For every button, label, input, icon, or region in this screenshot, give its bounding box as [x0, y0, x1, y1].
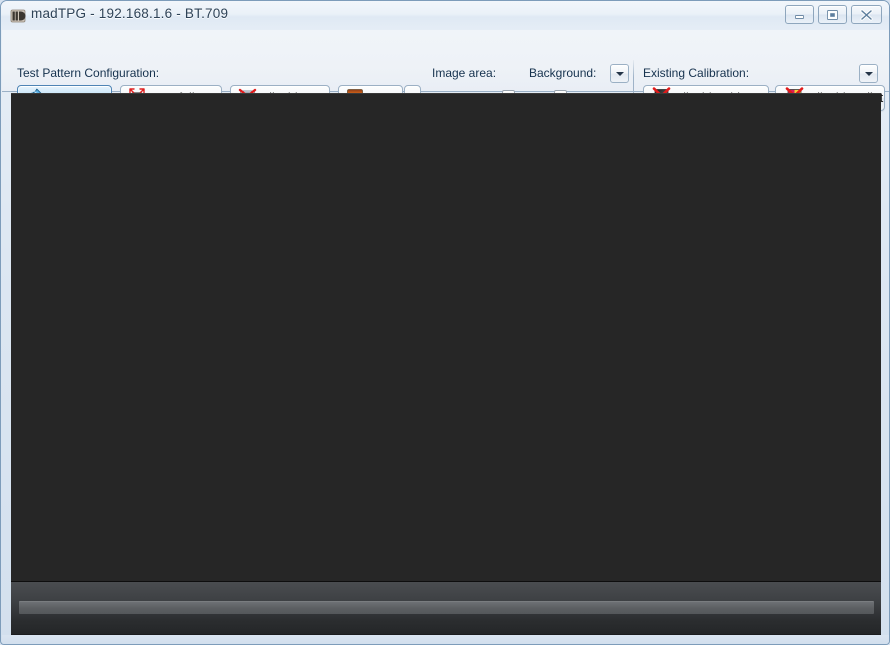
progress-bar[interactable] — [19, 601, 874, 614]
window-bottom-edge — [2, 635, 889, 644]
background-label: Background: — [529, 66, 597, 80]
test-pattern-configuration-label: Test Pattern Configuration: — [17, 66, 160, 80]
toolbar: Test Pattern Configuration: Image area: … — [2, 30, 889, 117]
test-pattern-surface[interactable] — [11, 93, 881, 581]
minimize-icon — [786, 6, 813, 23]
restore-icon — [819, 6, 846, 23]
existing-calibration-label: Existing Calibration: — [643, 66, 750, 80]
close-button[interactable] — [851, 5, 882, 24]
chevron-down-icon — [615, 71, 624, 76]
existing-calibration-dropdown-button[interactable] — [859, 64, 878, 83]
close-icon — [852, 6, 881, 23]
madtpg-logo-icon — [10, 8, 26, 24]
maximize-button[interactable] — [818, 5, 847, 24]
minimize-button[interactable] — [785, 5, 814, 24]
title-bar: madTPG - 192.168.1.6 - BT.709 — [1, 1, 889, 30]
window-title: madTPG - 192.168.1.6 - BT.709 — [31, 6, 229, 21]
chevron-down-icon — [864, 71, 873, 76]
app-window: madTPG - 192.168.1.6 - BT.709 Test Patte… — [0, 0, 890, 645]
image-area-label: Image area: — [432, 66, 497, 80]
background-dropdown-button[interactable] — [610, 64, 629, 83]
